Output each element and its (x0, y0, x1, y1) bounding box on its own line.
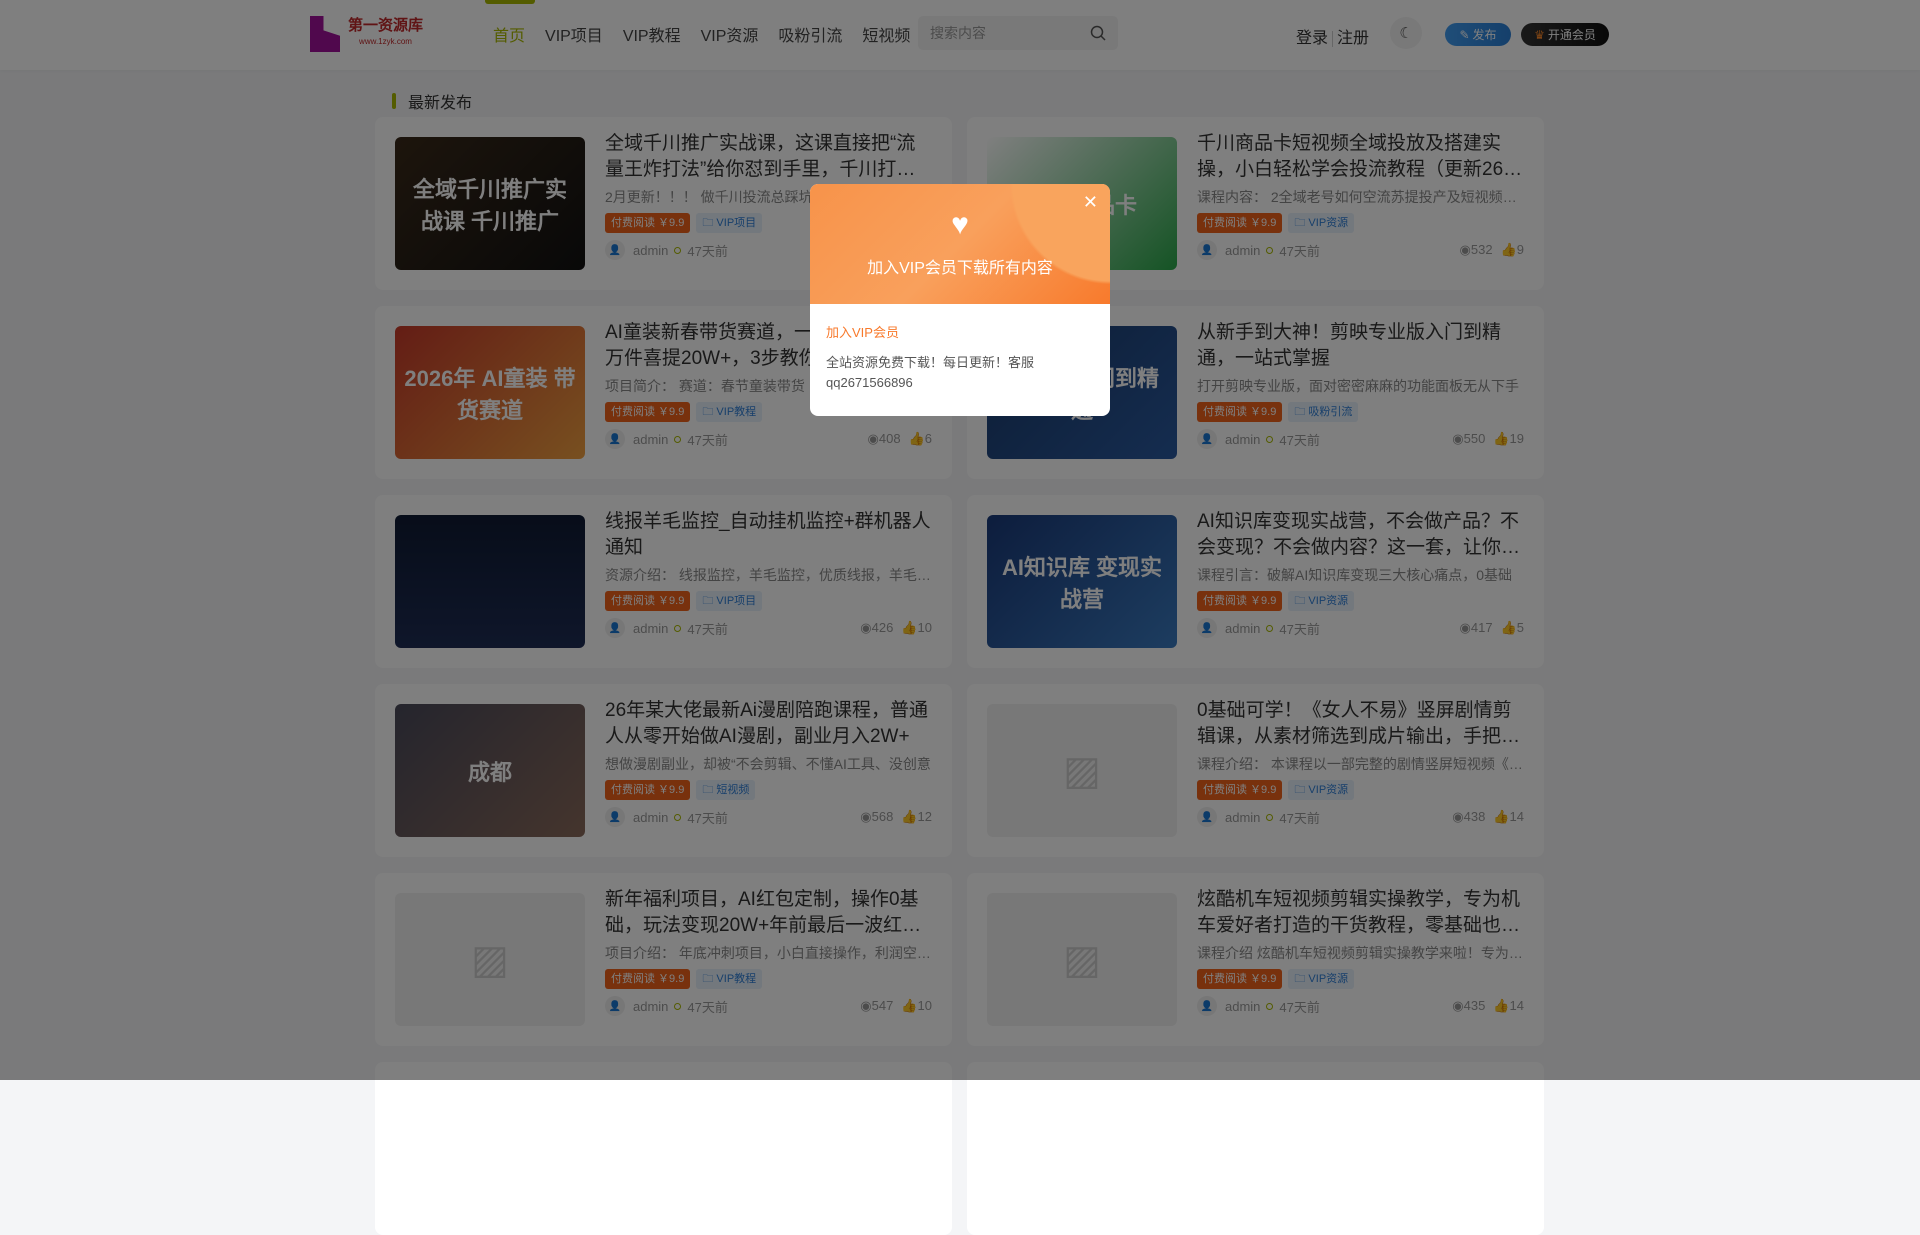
post-card[interactable] (967, 1062, 1544, 1235)
modal-title: 加入VIP会员下载所有内容 (867, 260, 1053, 277)
heart-icon: ♥ (951, 208, 969, 241)
vip-modal: ✕ ♥ 加入VIP会员下载所有内容 加入VIP会员 全站资源免费下载！每日更新！… (810, 184, 1110, 416)
post-card[interactable] (375, 1062, 952, 1235)
join-vip-link[interactable]: 加入VIP会员 (826, 322, 1094, 341)
modal-text: 全站资源免费下载！每日更新！客服qq2671566896 (826, 355, 1035, 390)
close-icon[interactable]: ✕ (1083, 192, 1098, 213)
modal-overlay[interactable] (0, 0, 1920, 1080)
